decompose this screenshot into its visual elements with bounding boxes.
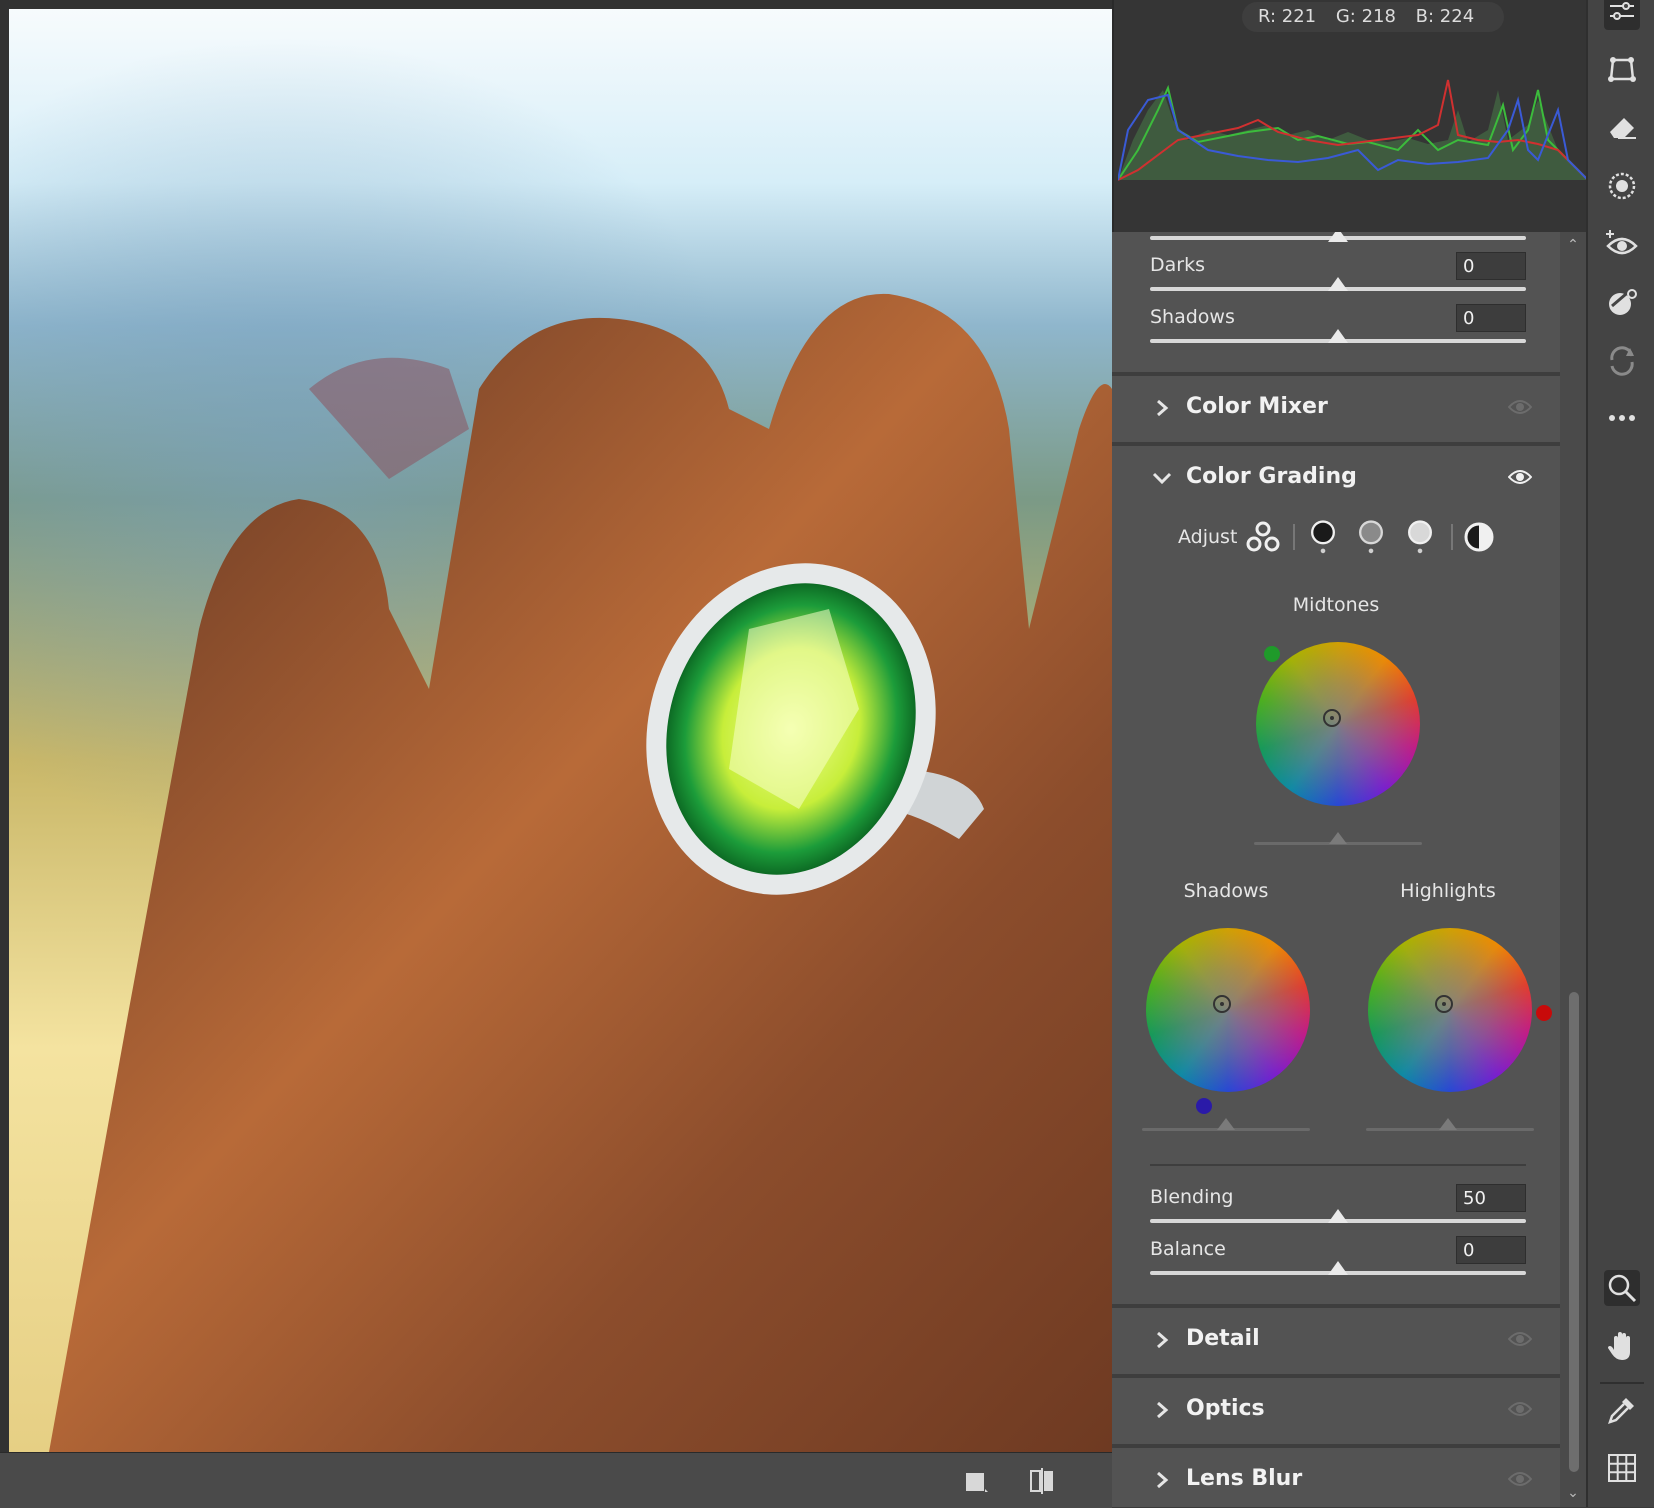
highlights-wheel-label: Highlights [1400, 880, 1496, 902]
toolbar-separator [1600, 1382, 1644, 1384]
adjust-separator [1293, 524, 1295, 550]
section-color-mixer[interactable]: Color Mixer [1112, 376, 1560, 442]
section-title: Optics [1186, 1396, 1265, 1421]
section-title: Color Mixer [1186, 394, 1328, 419]
red-eye-icon[interactable] [1604, 226, 1640, 262]
section-title: Color Grading [1186, 464, 1357, 489]
red-readout: R: 221 [1258, 6, 1317, 27]
shadows-wheel-label: Shadows [1183, 880, 1269, 902]
photo-preview[interactable] [9, 9, 1112, 1452]
midtones-luminance-thumb[interactable] [1329, 832, 1347, 844]
hand-icon[interactable] [1604, 1328, 1640, 1364]
three-way-view-icon[interactable] [1246, 520, 1280, 554]
darks-value-input[interactable]: 0 [1456, 252, 1526, 280]
adjust-label: Adjust [1178, 526, 1238, 548]
midtones-wheel-button[interactable] [1354, 520, 1388, 554]
scroll-up-icon[interactable]: ⌃ [1566, 238, 1580, 252]
eye-icon[interactable] [1508, 1330, 1532, 1348]
before-after-icon[interactable] [1026, 1465, 1058, 1497]
divider [1150, 1164, 1526, 1166]
shadows-wheel-center[interactable] [1213, 995, 1231, 1013]
shadows-hue-handle[interactable] [1196, 1098, 1212, 1114]
image-canvas[interactable] [0, 0, 1112, 1452]
chevron-right-icon [1157, 1401, 1169, 1419]
chevron-down-icon [1152, 472, 1172, 485]
blending-label: Blending [1150, 1186, 1234, 1208]
midtones-hue-handle[interactable] [1264, 646, 1280, 662]
shadows-wheel-button[interactable] [1306, 520, 1340, 554]
section-title: Detail [1186, 1326, 1260, 1351]
blue-readout: B: 224 [1415, 6, 1475, 27]
snapshots-icon[interactable] [1604, 342, 1640, 378]
color-sampler-icon[interactable] [1604, 1392, 1640, 1428]
shadows-label: Shadows [1150, 306, 1235, 328]
photo-content [49, 293, 1112, 1452]
highlights-hue-handle[interactable] [1536, 1005, 1552, 1021]
section-lens-blur[interactable]: Lens Blur [1112, 1448, 1560, 1507]
rgb-readout: R: 221 G: 218 B: 224 [1242, 2, 1505, 32]
edit-sliders-icon[interactable] [1604, 0, 1640, 30]
blending-thumb[interactable] [1328, 1209, 1348, 1223]
crop-icon[interactable] [1604, 52, 1640, 88]
right-toolbar [1586, 0, 1654, 1507]
section-detail[interactable]: Detail [1112, 1308, 1560, 1374]
eye-icon[interactable] [1508, 468, 1532, 486]
panel-scrollbar[interactable]: ⌃ ⌄ [1560, 232, 1586, 1507]
masking-icon[interactable] [1604, 168, 1640, 204]
previous-slider-thumb[interactable] [1328, 232, 1348, 242]
blending-value-input[interactable]: 50 [1456, 1184, 1526, 1212]
shadows-slider[interactable]: Shadows 0 [1150, 304, 1526, 370]
balance-thumb[interactable] [1328, 1261, 1348, 1275]
adjust-separator [1451, 524, 1453, 550]
histogram: R: 221 G: 218 B: 224 [1112, 0, 1588, 232]
shadows-luminance-thumb[interactable] [1217, 1118, 1235, 1130]
chevron-right-icon [1157, 399, 1169, 417]
presets-icon[interactable] [1604, 284, 1640, 320]
section-title: Lens Blur [1186, 1466, 1303, 1491]
eye-icon[interactable] [1508, 1400, 1532, 1418]
highlights-luminance-thumb[interactable] [1439, 1118, 1457, 1130]
shadows-thumb[interactable] [1328, 329, 1348, 343]
grid-icon[interactable] [1604, 1450, 1640, 1486]
eraser-icon[interactable] [1604, 110, 1640, 146]
highlights-wheel-button[interactable] [1403, 520, 1437, 554]
darks-thumb[interactable] [1328, 277, 1348, 291]
balance-label: Balance [1150, 1238, 1226, 1260]
global-wheel-button[interactable] [1462, 520, 1496, 554]
darks-label: Darks [1150, 254, 1205, 276]
eye-icon[interactable] [1508, 1470, 1532, 1488]
edit-panel: R: 221 G: 218 B: 224 Darks 0 Shadows 0 C… [1112, 0, 1588, 1507]
section-color-grading[interactable]: Color Grading [1112, 446, 1560, 512]
highlights-wheel-center[interactable] [1435, 995, 1453, 1013]
chevron-right-icon [1157, 1331, 1169, 1349]
single-view-icon[interactable] [960, 1465, 992, 1497]
balance-value-input[interactable]: 0 [1456, 1236, 1526, 1264]
more-icon[interactable] [1604, 400, 1640, 436]
balance-slider[interactable]: Balance 0 [1150, 1236, 1526, 1302]
scroll-down-icon[interactable]: ⌄ [1566, 1486, 1580, 1500]
zoom-icon[interactable] [1604, 1270, 1640, 1306]
eye-icon[interactable] [1508, 398, 1532, 416]
scroll-thumb[interactable] [1569, 992, 1579, 1472]
bottom-bar [0, 1452, 1112, 1508]
histogram-graph [1118, 79, 1588, 181]
green-readout: G: 218 [1335, 6, 1396, 27]
chevron-right-icon [1157, 1471, 1169, 1489]
shadows-value-input[interactable]: 0 [1456, 304, 1526, 332]
panel-scroll-area[interactable]: Darks 0 Shadows 0 Color Mixer Color Grad… [1112, 232, 1560, 1507]
midtones-label: Midtones [1292, 594, 1380, 616]
midtones-wheel-center[interactable] [1323, 709, 1341, 727]
section-optics[interactable]: Optics [1112, 1378, 1560, 1444]
